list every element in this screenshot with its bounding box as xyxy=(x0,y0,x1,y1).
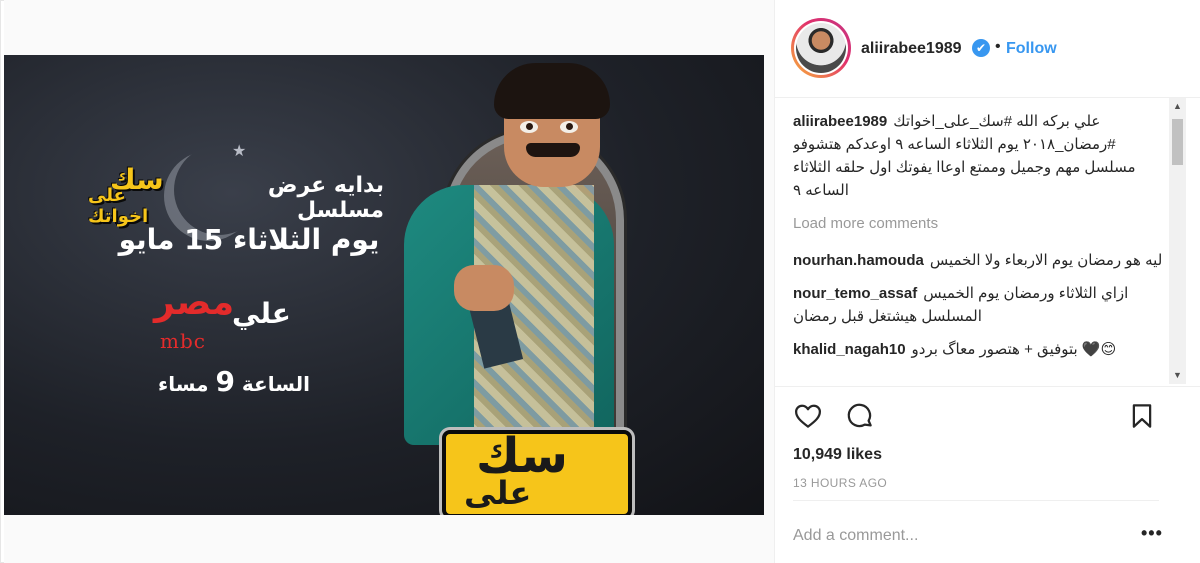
heart-icon[interactable] xyxy=(793,401,823,431)
header-username-link[interactable]: aliirabee1989 xyxy=(861,40,962,58)
promo-start-text: بدايه عرض مسلسل xyxy=(267,173,384,223)
likes-count[interactable]: 10,949 likes xyxy=(793,446,882,464)
header-separator: • xyxy=(995,38,1001,55)
scrollbar-thumb[interactable] xyxy=(1172,119,1183,165)
comments-scrollbar[interactable]: ▲ ▼ xyxy=(1169,98,1186,384)
character-mustache xyxy=(526,143,580,157)
promo-time-suffix: مساء xyxy=(158,372,209,396)
character-eye-right xyxy=(560,121,578,133)
avatar[interactable] xyxy=(791,18,851,78)
comment-username-link[interactable]: khalid_nagah10 xyxy=(793,341,906,358)
add-comment-input[interactable] xyxy=(793,524,1113,548)
scroll-down-arrow-icon[interactable]: ▼ xyxy=(1169,367,1186,384)
bookmark-icon[interactable] xyxy=(1127,401,1157,431)
post-side-panel: aliirabee1989 ✔ • Follow aliirabee1989 عل… xyxy=(774,0,1200,563)
list-item: khalid_nagah10 بتوفيق + هتصور معاگ بردو 🖤… xyxy=(793,338,1163,361)
load-more-comments-button[interactable]: Load more comments xyxy=(793,212,1163,235)
post-actions xyxy=(775,386,1200,446)
avatar-ring xyxy=(794,21,848,75)
follow-button[interactable]: Follow xyxy=(1006,40,1057,58)
promo-time-number: 9 xyxy=(215,365,235,398)
promo-ali-text: علي xyxy=(232,297,291,330)
post-media: ★ سك على اخواتك بدايه عرض مسلسل يوم الثل… xyxy=(4,0,774,563)
list-item: nour_temo_assaf ازاي الثلاثاء ورمضان يوم … xyxy=(793,282,1163,328)
promo-date-text: يوم الثلاثاء 15 مايو xyxy=(118,223,380,256)
character-eye-left xyxy=(520,121,538,133)
star-icon: ★ xyxy=(232,143,247,160)
character-hair xyxy=(494,63,610,119)
caption: aliirabee1989 علي بركه الله #سك_على_اخوات… xyxy=(793,110,1163,202)
channel-arabic-logo: مصر xyxy=(154,282,235,323)
more-options-icon[interactable]: ••• xyxy=(1141,524,1163,542)
show-logo-small: سك على اخواتك xyxy=(88,163,188,227)
character-hand xyxy=(454,265,514,311)
show-logo-large: سك على اخواتك xyxy=(442,428,632,515)
comment-username-link[interactable]: nourhan.hamouda xyxy=(793,252,924,269)
caption-username-link[interactable]: aliirabee1989 xyxy=(793,113,887,130)
comments-list[interactable]: aliirabee1989 علي بركه الله #سك_على_اخوات… xyxy=(793,110,1163,384)
show-logo-small-bottom: على اخواتك xyxy=(88,185,149,227)
avatar-photo xyxy=(796,23,846,73)
comment-username-link[interactable]: nour_temo_assaf xyxy=(793,285,917,302)
verified-badge-icon: ✔ xyxy=(972,39,990,57)
add-comment-bar: ••• xyxy=(793,500,1162,563)
post-header: aliirabee1989 ✔ • Follow xyxy=(775,0,1200,98)
comment-icon[interactable] xyxy=(845,401,875,431)
scroll-up-arrow-icon[interactable]: ▲ xyxy=(1169,98,1186,115)
mbc-masr-logo: مصر mbc xyxy=(154,281,234,355)
post-timestamp[interactable]: 13 HOURS AGO xyxy=(793,476,887,490)
show-logo-large-bottom: على اخواتك xyxy=(464,474,571,515)
post-image[interactable]: ★ سك على اخواتك بدايه عرض مسلسل يوم الثل… xyxy=(4,55,764,515)
promo-time: الساعة 9 مساء xyxy=(154,365,314,398)
list-item: nourhan.hamouda ليه هو رمضان يوم الاربعاء… xyxy=(793,249,1163,272)
comment-text: ليه هو رمضان يوم الاربعاء ولا الخميس xyxy=(929,252,1163,269)
promo-time-label: الساعة xyxy=(241,372,310,396)
comment-text: بتوفيق + هتصور معاگ بردو 🖤😊 xyxy=(911,341,1117,358)
channel-latin-logo: mbc xyxy=(160,329,206,353)
